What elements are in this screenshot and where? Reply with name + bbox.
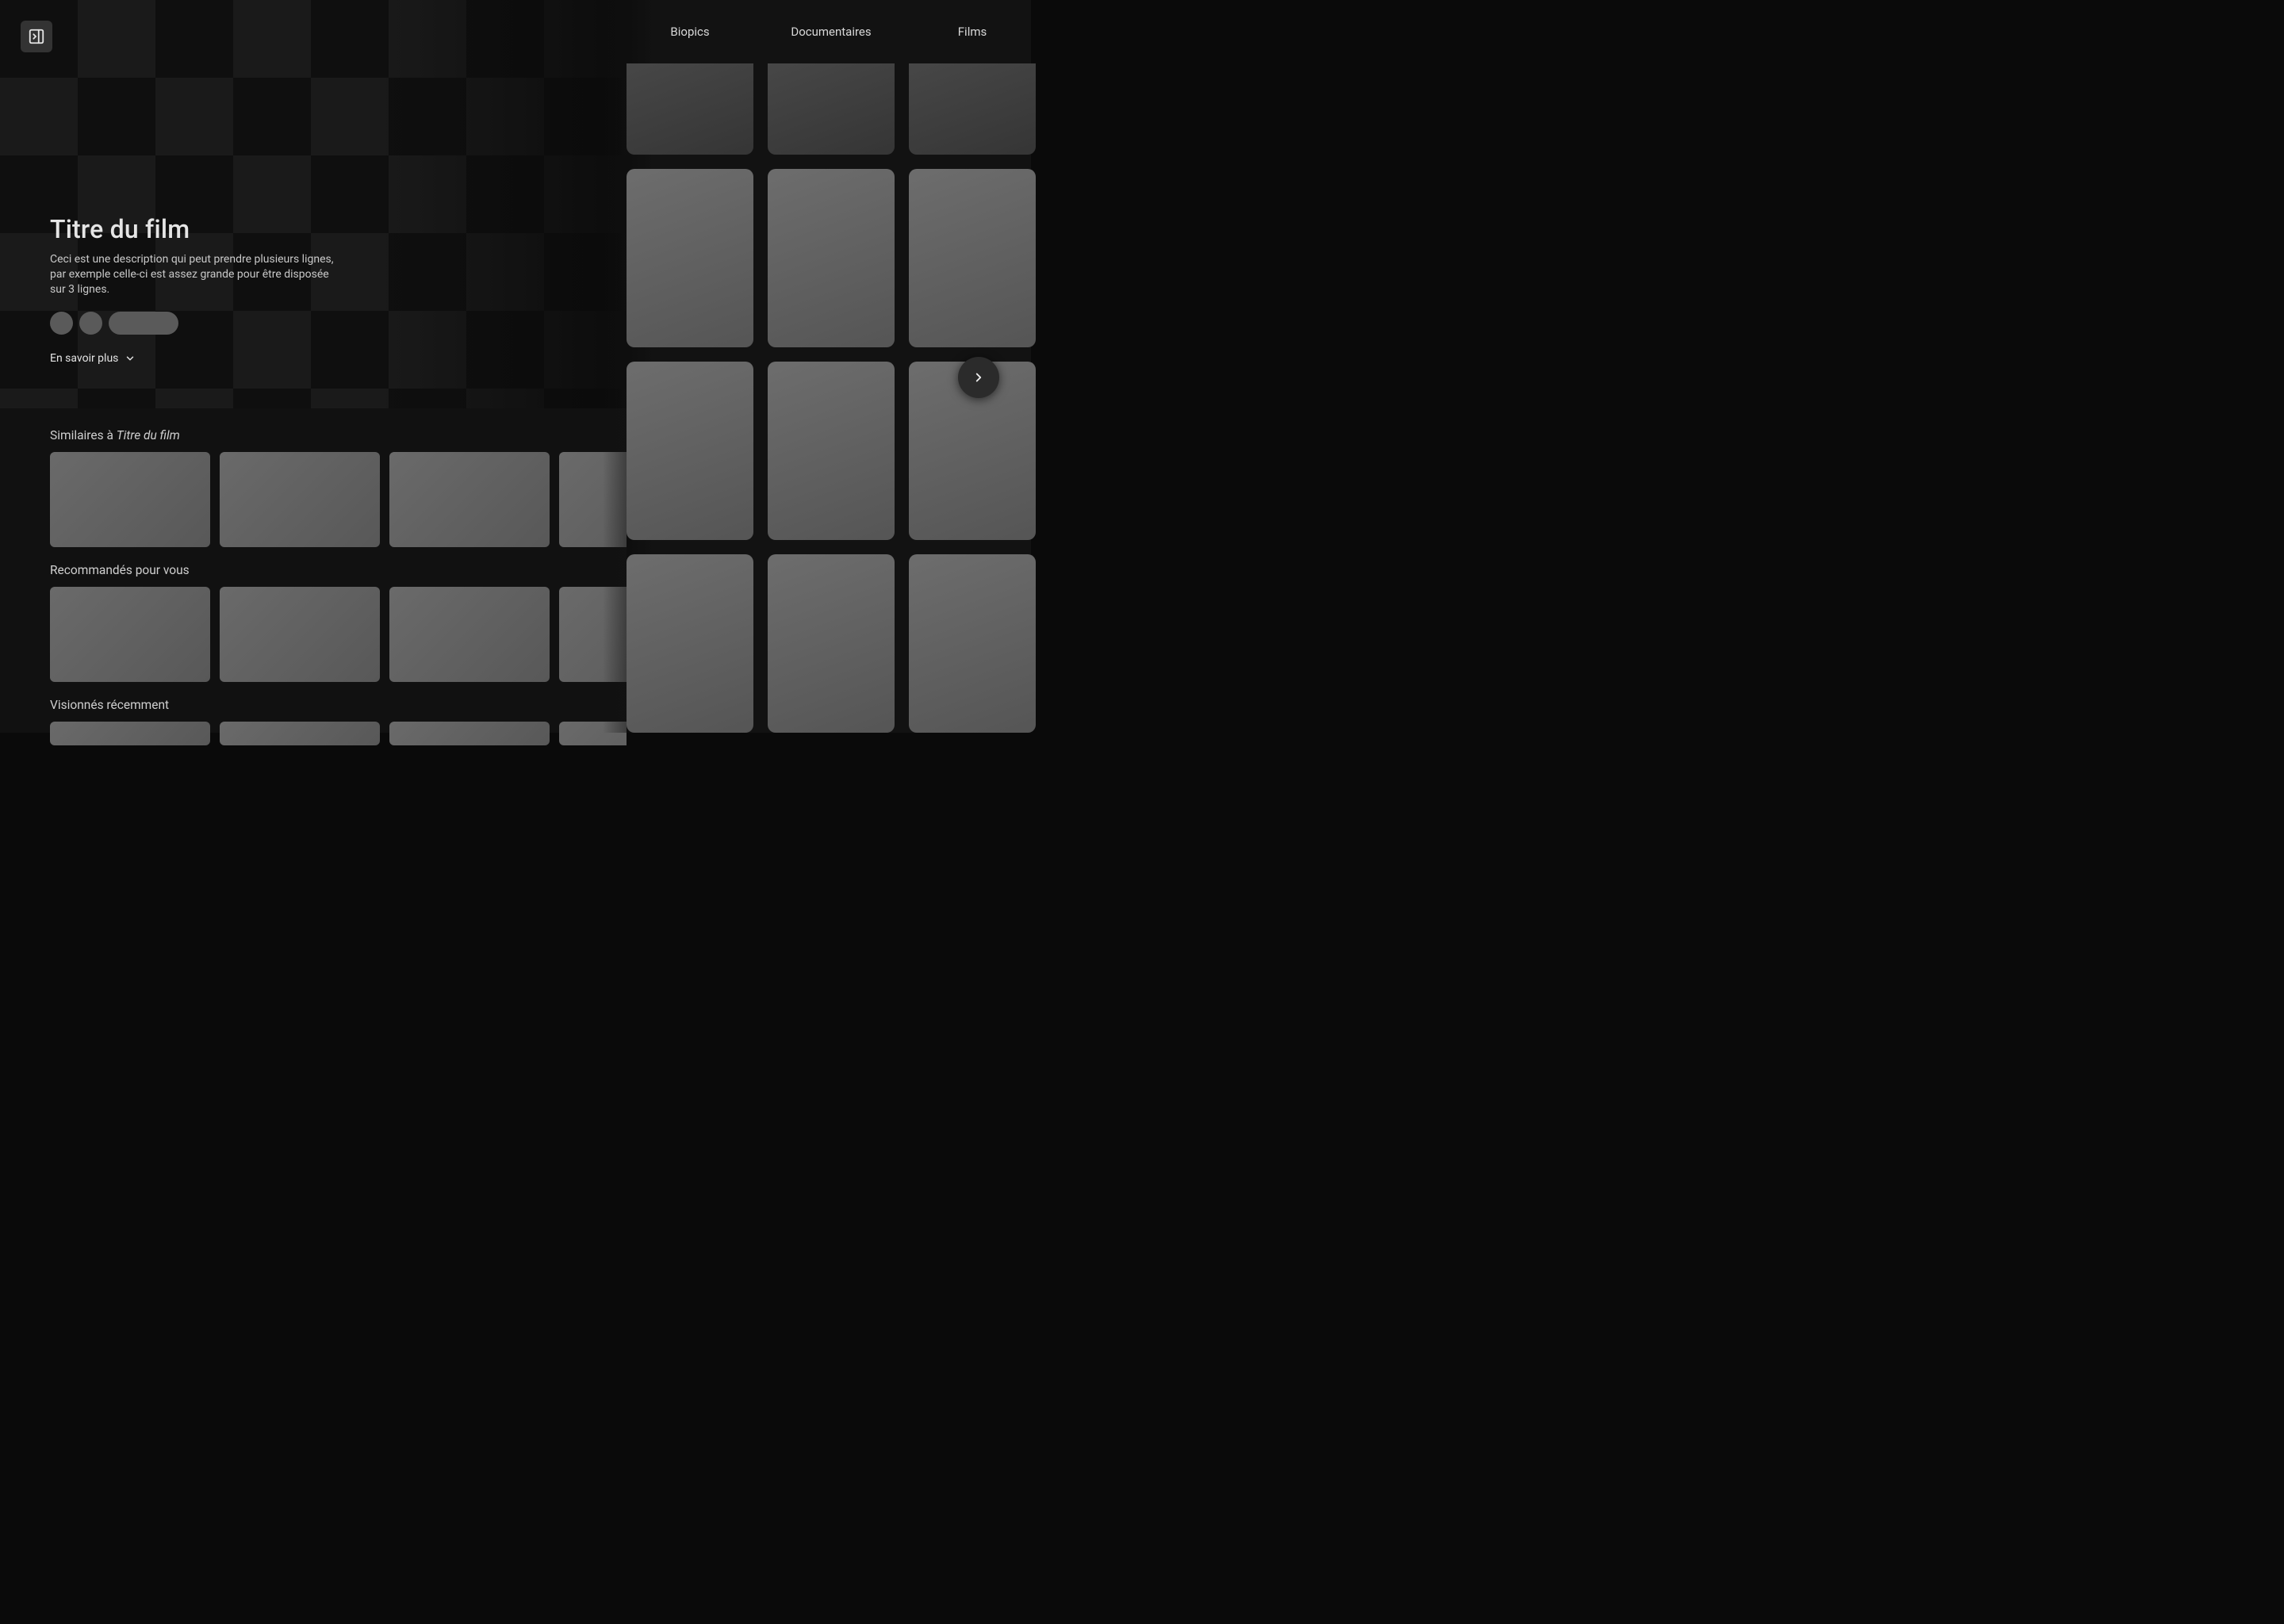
- scroll-right-button[interactable]: [958, 357, 999, 398]
- action-button-1[interactable]: [50, 312, 73, 335]
- similar-title: Titre du film: [117, 428, 180, 442]
- similar-row: [50, 452, 627, 547]
- poster-item[interactable]: [768, 554, 895, 733]
- poster-item[interactable]: [768, 169, 895, 347]
- action-button-3[interactable]: [109, 312, 178, 335]
- poster-item[interactable]: [909, 169, 1036, 347]
- list-item[interactable]: [389, 452, 550, 547]
- poster-item[interactable]: [627, 63, 753, 155]
- similar-section: Similaires à Titre du film: [50, 428, 627, 547]
- poster-item[interactable]: [627, 554, 753, 733]
- recent-row: [50, 722, 627, 745]
- hero-actions: [50, 312, 351, 335]
- recent-heading: Visionnés récemment: [50, 698, 627, 712]
- list-item[interactable]: [389, 722, 550, 745]
- category-header-films[interactable]: Films: [909, 0, 1036, 63]
- recommended-row: [50, 587, 627, 682]
- chevron-right-icon: [971, 370, 986, 385]
- action-button-2[interactable]: [79, 312, 102, 335]
- movie-description: Ceci est une description qui peut prendr…: [50, 252, 343, 297]
- list-item[interactable]: [50, 587, 210, 682]
- learn-more-button[interactable]: En savoir plus: [50, 352, 351, 365]
- poster-item[interactable]: [627, 169, 753, 347]
- list-item[interactable]: [220, 452, 380, 547]
- content-lists: Similaires à Titre du film Recommandés p…: [0, 408, 627, 733]
- recommended-heading: Recommandés pour vous: [50, 563, 627, 577]
- category-panel: Biopics Documentaires Films: [603, 0, 1031, 733]
- hero-content: Titre du film Ceci est une description q…: [50, 214, 351, 365]
- poster-columns: Biopics Documentaires Films: [627, 0, 1071, 733]
- poster-item[interactable]: [909, 554, 1036, 733]
- similar-heading: Similaires à Titre du film: [50, 428, 627, 442]
- list-item[interactable]: [220, 587, 380, 682]
- list-item[interactable]: [389, 587, 550, 682]
- poster-item[interactable]: [768, 362, 895, 540]
- poster-item[interactable]: [768, 63, 895, 155]
- category-header-biopics[interactable]: Biopics: [627, 0, 753, 63]
- category-column: Biopics: [627, 0, 753, 733]
- category-column: Documentaires: [768, 0, 895, 733]
- category-header-documentaires[interactable]: Documentaires: [768, 0, 895, 63]
- list-item[interactable]: [50, 452, 210, 547]
- learn-more-label: En savoir plus: [50, 352, 118, 365]
- similar-prefix: Similaires à: [50, 428, 117, 442]
- recent-section: Visionnés récemment: [50, 698, 627, 745]
- chevron-down-icon: [125, 353, 136, 364]
- poster-item[interactable]: [627, 362, 753, 540]
- list-item[interactable]: [50, 722, 210, 745]
- sidebar-toggle-button[interactable]: [21, 21, 52, 52]
- list-item[interactable]: [220, 722, 380, 745]
- poster-item[interactable]: [909, 63, 1036, 155]
- panel-right-open-icon: [28, 28, 45, 45]
- movie-title: Titre du film: [50, 214, 351, 244]
- recommended-section: Recommandés pour vous: [50, 563, 627, 682]
